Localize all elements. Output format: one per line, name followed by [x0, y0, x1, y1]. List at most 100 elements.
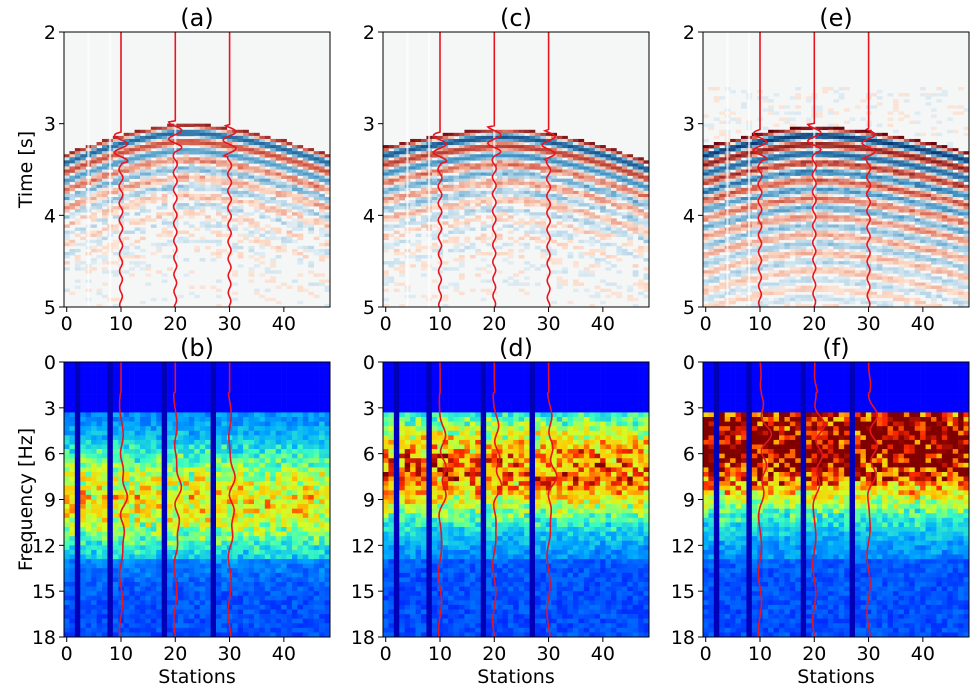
- heatmap-cell: [216, 178, 222, 183]
- heatmap-cell: [302, 221, 309, 225]
- heatmap-cell: [410, 157, 416, 161]
- heatmap-cell: [833, 230, 840, 234]
- heatmap-cell: [833, 297, 840, 302]
- heatmap-cell: [112, 138, 119, 143]
- heatmap-cell: [74, 227, 81, 231]
- heatmap-cell: [876, 264, 883, 268]
- heatmap-cell: [795, 163, 802, 167]
- heatmap-cell: [188, 209, 195, 213]
- heatmap-cell: [876, 248, 883, 253]
- heatmap-cell: [431, 245, 438, 250]
- heatmap-cell: [578, 221, 585, 225]
- heatmap-cell: [199, 181, 206, 186]
- heatmap-cell: [112, 190, 119, 195]
- heatmap-cell: [313, 190, 320, 195]
- heatmap-cell: [789, 193, 796, 198]
- heatmap-cell: [860, 261, 867, 265]
- heatmap-cell: [779, 200, 785, 204]
- heatmap-cell: [741, 169, 747, 173]
- heatmap-cell: [638, 221, 644, 225]
- heatmap-cell: [453, 163, 460, 167]
- heatmap-cell: [156, 145, 163, 149]
- heatmap-cell: [611, 255, 617, 259]
- heatmap-cell: [150, 175, 157, 179]
- heatmap-cell: [145, 181, 152, 186]
- heatmap-cell: [112, 163, 119, 167]
- heatmap-cell: [237, 264, 244, 268]
- heatmap-cell: [849, 148, 856, 152]
- heatmap-cell: [876, 151, 883, 155]
- heatmap-cell: [254, 169, 260, 173]
- heatmap-cell: [730, 264, 736, 268]
- heatmap-cell: [762, 126, 769, 131]
- heatmap-cell: [784, 233, 791, 238]
- heatmap-cell: [324, 285, 330, 289]
- heatmap-cell: [833, 169, 840, 173]
- heatmap-cell: [567, 181, 574, 186]
- heatmap-cell: [140, 221, 146, 225]
- heatmap-cell: [248, 203, 255, 207]
- heatmap-cell: [464, 145, 471, 149]
- heatmap-cell: [324, 218, 330, 222]
- heatmap-cell: [524, 212, 530, 216]
- heatmap-cell: [730, 261, 736, 265]
- heatmap-cell: [594, 206, 601, 210]
- heatmap-cell: [442, 154, 449, 158]
- heatmap-cell: [882, 233, 888, 238]
- heatmap-cell: [827, 224, 834, 228]
- heatmap-cell: [719, 273, 726, 277]
- heatmap-cell: [578, 255, 585, 259]
- heatmap-cell: [475, 190, 482, 195]
- heatmap-cell: [844, 138, 850, 143]
- heatmap-cell: [849, 261, 856, 265]
- heatmap-cell: [415, 200, 422, 204]
- heatmap-cell: [161, 178, 168, 183]
- heatmap-cell: [838, 96, 845, 100]
- heatmap-cell: [183, 132, 190, 137]
- heatmap-cell: [507, 169, 514, 173]
- heatmap-cell: [393, 288, 400, 293]
- heatmap-cell: [730, 145, 736, 149]
- heatmap-cell: [735, 129, 742, 134]
- heatmap-cell: [464, 200, 471, 204]
- heatmap-cell: [789, 172, 796, 176]
- heatmap-cell: [297, 245, 304, 250]
- y-tick-label: 2: [363, 22, 375, 44]
- heatmap-cell: [123, 218, 130, 222]
- heatmap-cell: [594, 285, 601, 289]
- heatmap-cell: [486, 264, 492, 268]
- heatmap-cell: [616, 233, 623, 238]
- heatmap-cell: [112, 200, 119, 204]
- heatmap-cell: [497, 209, 503, 213]
- heatmap-cell: [410, 154, 416, 158]
- heatmap-cell: [784, 200, 791, 204]
- heatmap-cell: [817, 197, 823, 201]
- heatmap-cell: [817, 258, 823, 262]
- heatmap-cell: [627, 221, 634, 225]
- heatmap-cell: [74, 157, 81, 161]
- heatmap-cell: [827, 248, 834, 253]
- heatmap-cell: [64, 184, 70, 189]
- heatmap-cell: [871, 248, 878, 253]
- heatmap-cell: [64, 166, 70, 170]
- heatmap-cell: [838, 138, 845, 143]
- heatmap-cell: [393, 163, 400, 167]
- heatmap-cell: [643, 267, 649, 271]
- heatmap-cell: [708, 209, 715, 213]
- heatmap-cell: [768, 288, 774, 293]
- heatmap-cell: [80, 190, 87, 195]
- heatmap-cell: [497, 233, 503, 238]
- heatmap-cell: [817, 276, 823, 280]
- heatmap-cell: [156, 151, 163, 155]
- heatmap-cell: [281, 166, 287, 170]
- heatmap-cell: [827, 218, 834, 222]
- heatmap-cell: [827, 227, 834, 231]
- heatmap-cell: [453, 138, 460, 143]
- heatmap-cell: [567, 236, 574, 241]
- heatmap-cell: [849, 193, 856, 198]
- heatmap-cell: [627, 178, 634, 183]
- heatmap-cell: [156, 169, 163, 173]
- heatmap-cell: [221, 218, 228, 222]
- heatmap-cell: [134, 132, 141, 137]
- heatmap-cell: [464, 178, 471, 183]
